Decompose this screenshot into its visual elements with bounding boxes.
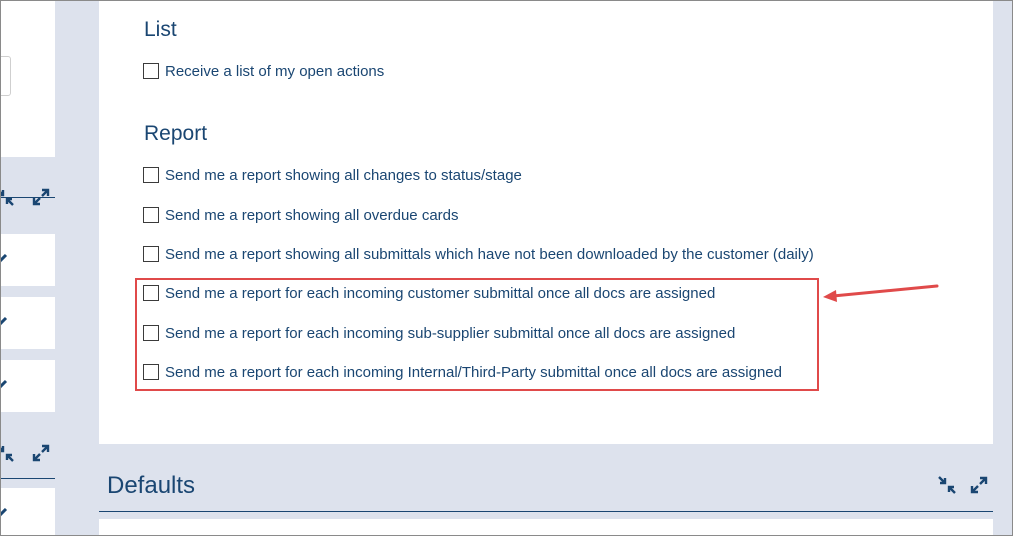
checkbox[interactable]	[143, 246, 159, 262]
defaults-divider	[99, 511, 993, 512]
pencil-icon[interactable]	[0, 252, 9, 266]
option-label: Send me a report showing all submittals …	[165, 245, 814, 263]
left-divider-1	[1, 197, 55, 198]
expand-icon[interactable]	[969, 475, 989, 495]
left-top-panel	[1, 1, 55, 157]
window-frame: List Receive a list of my open actions R…	[0, 0, 1013, 536]
option-overdue-cards[interactable]: Send me a report showing all overdue car…	[143, 205, 459, 225]
expand-icon[interactable]	[31, 443, 51, 463]
checkbox[interactable]	[143, 207, 159, 223]
pencil-icon[interactable]	[0, 315, 9, 329]
option-open-actions[interactable]: Receive a list of my open actions	[143, 61, 384, 81]
pencil-icon[interactable]	[0, 506, 9, 520]
left-input-field[interactable]	[1, 56, 11, 96]
defaults-panel	[99, 519, 993, 535]
left-toolbar-1	[1, 181, 55, 215]
option-status-changes[interactable]: Send me a report showing all changes to …	[143, 165, 522, 185]
report-section-title: Report	[144, 122, 208, 145]
collapse-icon[interactable]	[937, 475, 957, 495]
left-card[interactable]	[1, 297, 55, 349]
left-card[interactable]	[1, 360, 55, 412]
checkbox[interactable]	[143, 63, 159, 79]
option-label: Receive a list of my open actions	[165, 62, 385, 80]
left-toolbar-2	[1, 437, 55, 471]
annotation-arrow-icon	[823, 284, 939, 302]
highlight-box	[135, 278, 819, 391]
checkbox[interactable]	[143, 167, 159, 183]
defaults-section-title: Defaults	[107, 472, 196, 499]
pencil-icon[interactable]	[0, 378, 9, 392]
left-column	[0, 1, 55, 535]
option-label: Send me a report showing all changes to …	[165, 166, 522, 184]
list-section-title: List	[144, 18, 177, 41]
collapse-icon[interactable]	[0, 443, 15, 463]
left-card[interactable]	[0, 488, 55, 535]
left-divider-2	[1, 478, 55, 479]
option-label: Send me a report showing all overdue car…	[165, 206, 459, 224]
left-card[interactable]	[1, 234, 55, 286]
option-not-downloaded[interactable]: Send me a report showing all submittals …	[143, 244, 814, 264]
